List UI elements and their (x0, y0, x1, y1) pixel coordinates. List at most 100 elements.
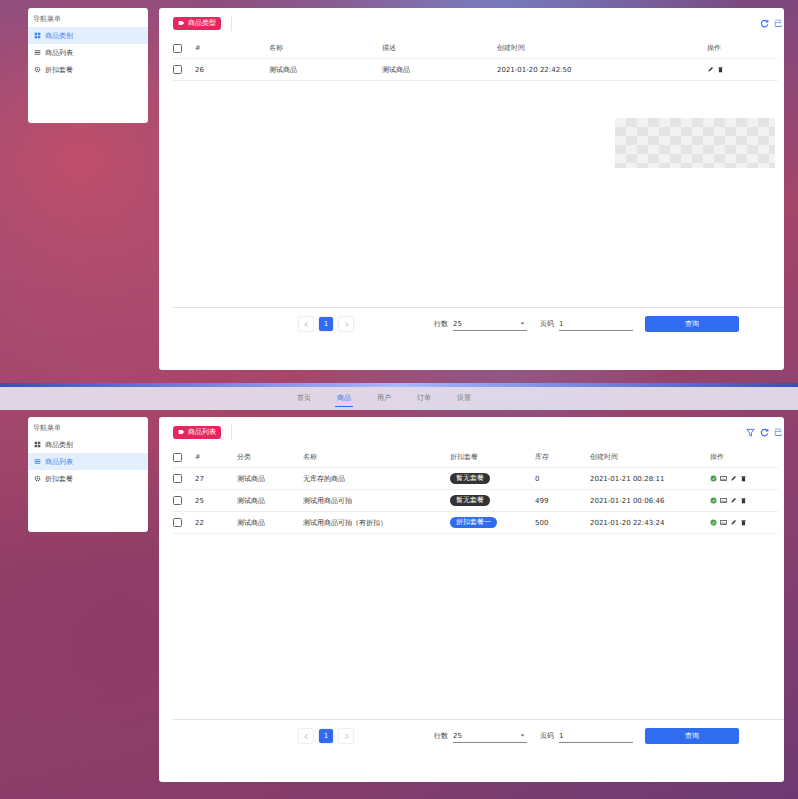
sidebar-item[interactable]: 商品列表 (28, 44, 148, 61)
chevron-left-icon (303, 733, 310, 740)
nav-tab[interactable]: 商品 (335, 390, 353, 407)
tag-icon (178, 20, 185, 26)
delete-icon[interactable] (740, 497, 747, 504)
table-row[interactable]: 27测试商品无库存的商品暂无套餐02021-01-21 00:28:11 (173, 468, 778, 490)
rows-label: 行数 (434, 731, 448, 741)
toolbar: 已 (760, 18, 782, 29)
table-cell: 25 (195, 497, 237, 505)
edit-icon[interactable] (730, 519, 737, 526)
column-header: 库存 (535, 453, 590, 462)
delete-icon[interactable] (740, 475, 747, 482)
image-icon[interactable] (720, 475, 727, 482)
delete-icon[interactable] (740, 519, 747, 526)
rows-select[interactable]: 25 (453, 730, 527, 743)
delete-icon[interactable] (717, 66, 724, 73)
select-all-checkbox[interactable] (173, 453, 182, 462)
blurred-region (615, 118, 775, 168)
edit-icon[interactable] (730, 475, 737, 482)
card-header: 商品列表 已 (173, 417, 784, 447)
rows-label: 行数 (434, 319, 448, 329)
screen: 导航菜单 商品类别 商品列表 折扣套餐 商品列表 已 #分类名称折扣套餐库存创建… (0, 410, 798, 799)
table-row[interactable]: 26测试商品测试商品2021-01-20 22:42:50 (173, 59, 778, 81)
table-cell: 2021-01-21 00:06:46 (590, 497, 710, 505)
discount-chip: 折扣套餐一 (450, 517, 497, 528)
table: #名称描述创建时间操作 26测试商品测试商品2021-01-20 22:42:5… (173, 38, 784, 307)
table-row[interactable]: 25测试商品测试用商品可拍暂无套餐4992021-01-21 00:06:46 (173, 490, 778, 512)
table-cell: 测试商品 (382, 65, 497, 75)
gear-icon (34, 66, 41, 73)
check-circle-icon[interactable] (710, 497, 717, 504)
sidebar-item[interactable]: 商品列表 (28, 453, 148, 470)
select-all-checkbox[interactable] (173, 44, 182, 53)
sidebar-item[interactable]: 商品类别 (28, 27, 148, 44)
chevron-right-icon (343, 321, 350, 328)
image-icon[interactable] (720, 497, 727, 504)
table-cell: 测试商品 (237, 474, 303, 484)
table-cell: 2021-01-20 22:43:24 (590, 519, 710, 527)
page-input[interactable]: 1 (559, 318, 633, 331)
table-cell: 无库存的商品 (303, 474, 450, 484)
table-cell: 26 (195, 66, 269, 74)
check-circle-icon[interactable] (710, 519, 717, 526)
column-header: 创建时间 (497, 44, 707, 53)
pagination: 1 行数 25 页码 1 查询 (173, 307, 784, 340)
nav-tab[interactable]: 设置 (455, 390, 473, 407)
sidebar-item[interactable]: 折扣套餐 (28, 61, 148, 78)
row-checkbox[interactable] (173, 496, 182, 505)
column-header: 创建时间 (590, 453, 710, 462)
pagination: 1 行数 25 页码 1 查询 (173, 719, 784, 752)
table-cell: 27 (195, 475, 237, 483)
table-cell: 500 (535, 519, 590, 527)
rows-select[interactable]: 25 (453, 318, 527, 331)
page-button[interactable]: 1 (319, 729, 333, 743)
refresh-icon[interactable] (760, 19, 769, 28)
sidebar-item[interactable]: 折扣套餐 (28, 470, 148, 487)
page-input[interactable]: 1 (559, 730, 633, 743)
column-header: 操作 (707, 44, 778, 53)
toolbar-label[interactable]: 已 (774, 427, 782, 438)
row-checkbox[interactable] (173, 518, 182, 527)
page-label: 页码 (540, 319, 554, 329)
image-icon[interactable] (720, 519, 727, 526)
nav-tab[interactable]: 首页 (295, 390, 313, 407)
check-circle-icon[interactable] (710, 475, 717, 482)
table-row[interactable]: 22测试商品测试用商品可拍（有折扣）折扣套餐一5002021-01-20 22:… (173, 512, 778, 534)
edit-icon[interactable] (707, 66, 714, 73)
column-header: 描述 (382, 44, 497, 53)
sidebar: 导航菜单 商品类别 商品列表 折扣套餐 (28, 417, 148, 532)
table-cell: 2021-01-20 22:42:50 (497, 66, 707, 74)
sidebar-title: 导航菜单 (28, 422, 148, 436)
title-tag: 商品列表 (173, 426, 221, 439)
gear-icon (34, 475, 41, 482)
table-cell: 测试用商品可拍（有折扣） (303, 518, 450, 528)
nav-tab[interactable]: 用户 (375, 390, 393, 407)
sidebar-item[interactable]: 商品类别 (28, 436, 148, 453)
row-actions (710, 519, 778, 526)
refresh-icon[interactable] (760, 428, 769, 437)
row-checkbox[interactable] (173, 474, 182, 483)
row-checkbox[interactable] (173, 65, 182, 74)
dropdown-icon (520, 322, 525, 325)
query-button[interactable]: 查询 (645, 316, 739, 332)
nav-tab[interactable]: 订单 (415, 390, 433, 407)
table-cell: 测试商品 (237, 496, 303, 506)
filter-icon[interactable] (746, 428, 755, 437)
edit-icon[interactable] (730, 497, 737, 504)
prev-page-button[interactable] (299, 317, 313, 331)
table-cell: 测试商品 (269, 65, 382, 75)
next-page-button[interactable] (339, 729, 353, 743)
sidebar: 导航菜单 商品类别 商品列表 折扣套餐 (28, 8, 148, 123)
table-cell: 499 (535, 497, 590, 505)
query-button[interactable]: 查询 (645, 728, 739, 744)
page-button[interactable]: 1 (319, 317, 333, 331)
toolbar-label[interactable]: 已 (774, 18, 782, 29)
discount-chip: 暂无套餐 (450, 473, 490, 484)
content-card: 商品类型 已 #名称描述创建时间操作 26测试商品测试商品2021-01-20 … (159, 8, 784, 370)
row-actions (707, 66, 778, 73)
row-actions (710, 475, 778, 482)
next-page-button[interactable] (339, 317, 353, 331)
category-icon (34, 32, 41, 39)
column-header: 分类 (237, 453, 303, 462)
screen: 导航菜单 商品类别 商品列表 折扣套餐 商品类型 已 #名称描述创建时间操作 2… (0, 0, 798, 383)
prev-page-button[interactable] (299, 729, 313, 743)
